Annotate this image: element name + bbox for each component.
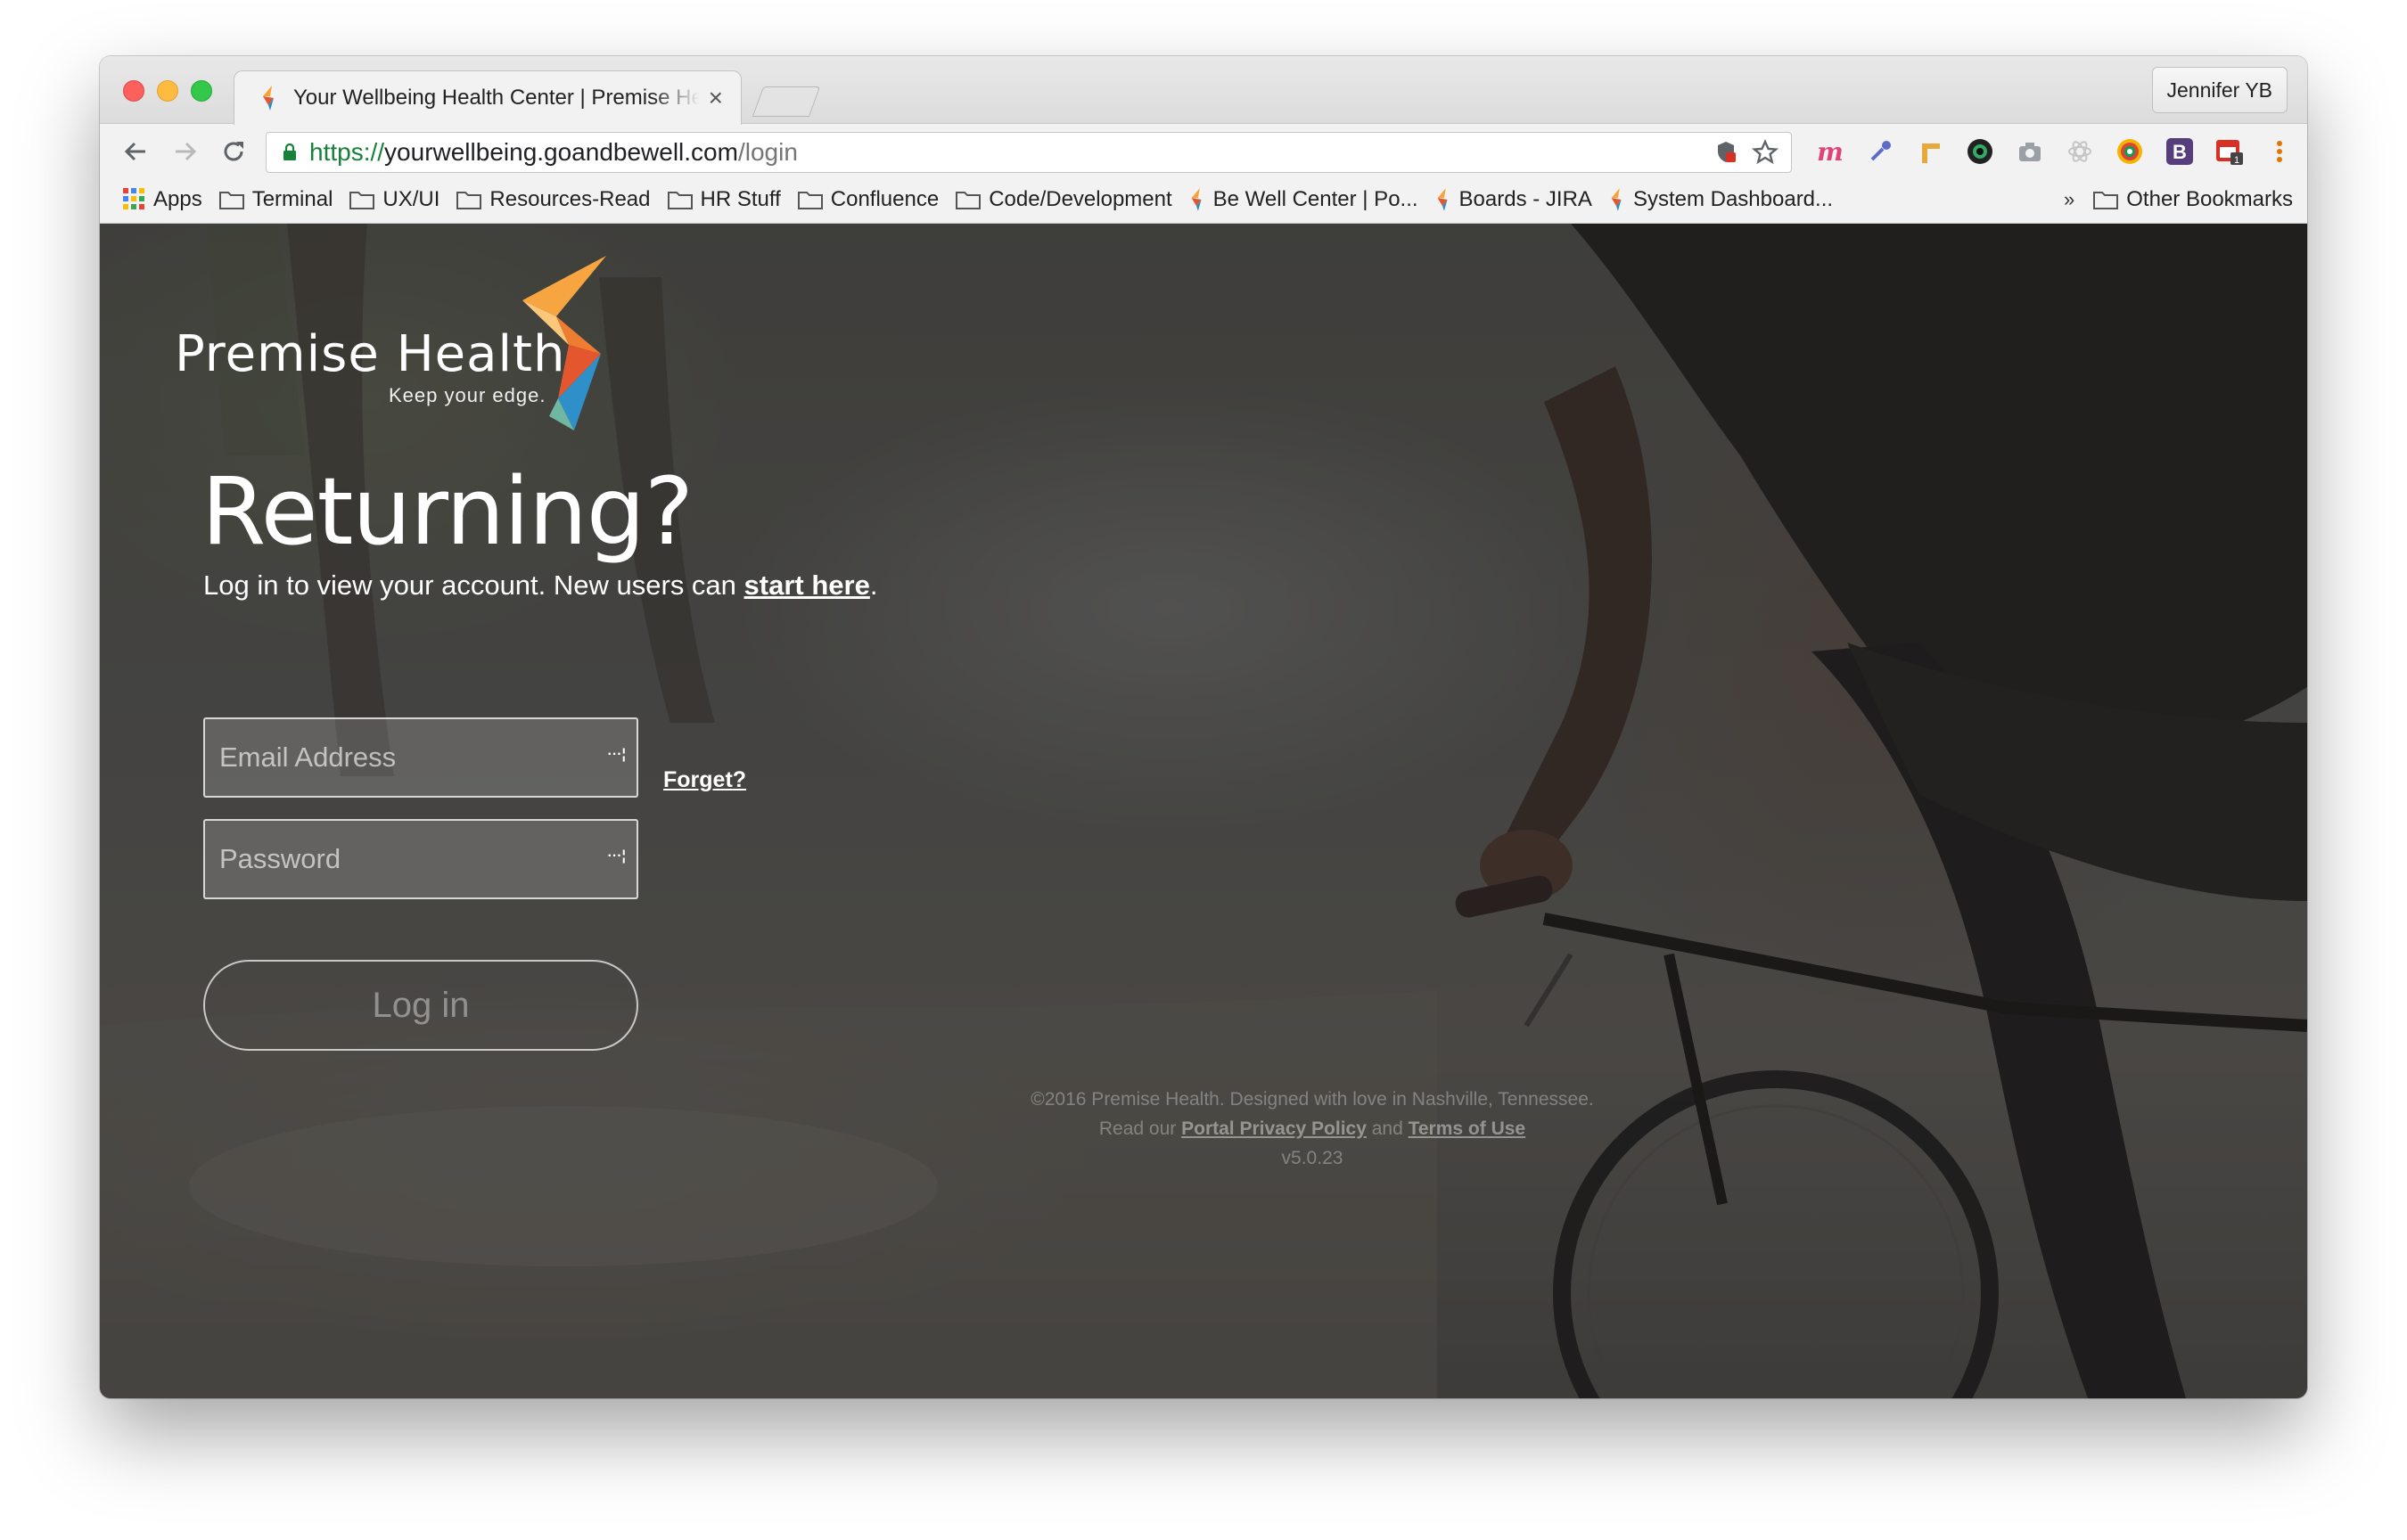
folder-icon xyxy=(2093,192,2119,209)
apps-grid-icon xyxy=(123,188,144,209)
page-footer: ©2016 Premise Health. Designed with love… xyxy=(760,1085,1865,1173)
footer-copyright: ©2016 Premise Health. Designed with love… xyxy=(1031,1089,1594,1110)
premise-favicon-icon xyxy=(1191,188,1202,211)
lock-icon xyxy=(283,143,296,160)
forget-password-link[interactable]: Forget? xyxy=(663,767,746,793)
bookmark-label: Terminal xyxy=(251,187,333,211)
terms-of-use-link[interactable]: Terms of Use xyxy=(1409,1118,1526,1139)
bookmark-item[interactable]: Terminal xyxy=(218,187,333,212)
bookmark-item[interactable]: Resources-Read xyxy=(456,187,651,212)
password-field[interactable] xyxy=(219,843,637,875)
folder-icon xyxy=(797,192,823,209)
react-devtools-icon[interactable] xyxy=(2061,133,2099,170)
bookmark-label: Be Well Center | Po... xyxy=(1212,187,1418,211)
page-title: Returning? xyxy=(201,457,694,566)
star-icon[interactable] xyxy=(1752,139,1779,166)
bootstrap-icon[interactable]: B xyxy=(2161,133,2198,170)
password-manager-key-icon[interactable]: ···¦ xyxy=(608,849,626,864)
chrome-menu-icon[interactable] xyxy=(2261,133,2298,170)
minimize-window-button[interactable] xyxy=(157,80,178,102)
bookmark-item[interactable]: Be Well Center | Po... xyxy=(1188,187,1418,212)
bookmark-item[interactable]: UX/UI xyxy=(349,187,440,212)
m-extension-icon[interactable]: m xyxy=(1811,133,1849,170)
bookmark-item[interactable]: Boards - JIRA xyxy=(1434,187,1592,212)
login-subtitle: Log in to view your account. New users c… xyxy=(203,569,877,602)
bookmark-label: UX/UI xyxy=(382,187,440,211)
bookmark-label: HR Stuff xyxy=(700,187,781,211)
folder-icon xyxy=(456,192,482,209)
bookmark-label: Resources-Read xyxy=(489,187,651,211)
active-tab[interactable]: Your Wellbeing Health Center | Premise H… xyxy=(234,70,742,125)
bookmark-item[interactable]: System Dashboard... xyxy=(1608,187,1833,212)
footer-read-text: Read our xyxy=(1098,1118,1182,1139)
bookmark-label: Code/Development xyxy=(989,187,1172,211)
bookmark-label: System Dashboard... xyxy=(1632,187,1834,211)
folder-icon xyxy=(956,192,982,209)
bookmarks-bar: Apps Terminal UX/UI Resources-Read HR Stuff C… xyxy=(100,176,2307,224)
bookmark-item[interactable]: Confluence xyxy=(797,187,939,212)
bookmark-item[interactable]: Apps xyxy=(123,187,202,212)
premise-favicon-icon xyxy=(263,86,274,111)
footer-and-text: and xyxy=(1366,1118,1409,1139)
camera-lens-icon[interactable] xyxy=(1961,133,1999,170)
tab-close-icon[interactable]: × xyxy=(709,86,723,111)
browser-toolbar: https://yourwellbeing.goandbewell.com/lo… xyxy=(100,125,2307,176)
maximize-window-button[interactable] xyxy=(191,80,212,102)
svg-text:1: 1 xyxy=(2234,155,2239,166)
calendar-badge-icon[interactable]: 1 xyxy=(2211,133,2248,170)
folder-icon xyxy=(349,192,375,209)
other-bookmarks-label: Other Bookmarks xyxy=(2126,187,2293,211)
url-text: https://yourwellbeing.goandbewell.com/lo… xyxy=(309,138,798,166)
footer-version: v5.0.23 xyxy=(1281,1148,1343,1168)
shield-blocked-icon[interactable] xyxy=(1713,139,1739,166)
email-field-wrapper: ···¦ xyxy=(203,717,638,798)
bookmark-item[interactable]: HR Stuff xyxy=(667,187,781,212)
privacy-policy-link[interactable]: Portal Privacy Policy xyxy=(1181,1118,1367,1139)
extension-icons: m B 1 xyxy=(1811,132,2298,171)
screenshot-camera-icon[interactable] xyxy=(2011,133,2049,170)
email-field[interactable] xyxy=(219,741,637,774)
login-page: Premise Health Keep your edge. Returning… xyxy=(100,224,2307,1398)
new-tab-button[interactable] xyxy=(752,86,821,117)
tab-title: Your Wellbeing Health Center | Premise H… xyxy=(293,86,700,110)
subtitle-period: . xyxy=(869,569,878,601)
bookmark-label: Confluence xyxy=(830,187,940,211)
bookmark-label: Apps xyxy=(153,187,202,211)
ruler-icon[interactable] xyxy=(1911,133,1949,170)
colorzilla-icon[interactable] xyxy=(2111,133,2148,170)
browser-window: Your Wellbeing Health Center | Premise H… xyxy=(100,56,2307,1398)
login-button[interactable]: Log in xyxy=(203,960,638,1051)
password-field-wrapper: ···¦ xyxy=(203,819,638,899)
tab-strip: Your Wellbeing Health Center | Premise H… xyxy=(100,56,2307,125)
back-arrow-icon[interactable] xyxy=(119,135,152,168)
profile-button[interactable]: Jennifer YB xyxy=(2151,67,2288,113)
brand-name: Premise Health xyxy=(175,325,566,383)
address-bar[interactable]: https://yourwellbeing.goandbewell.com/lo… xyxy=(266,132,1792,173)
premise-logo-mark-icon xyxy=(522,256,606,430)
eyedropper-icon[interactable] xyxy=(1861,133,1899,170)
footer-legal: Read our Portal Privacy Policy and Terms… xyxy=(760,1114,1865,1143)
other-bookmarks[interactable]: Other Bookmarks xyxy=(2092,187,2293,212)
bookmark-item[interactable]: Code/Development xyxy=(955,187,1172,212)
premise-favicon-icon xyxy=(1611,188,1622,211)
premise-favicon-icon xyxy=(1437,188,1448,211)
reload-icon[interactable] xyxy=(218,135,250,168)
subtitle-text: Log in to view your account. New users c… xyxy=(203,569,744,601)
bookmarks-overflow-icon[interactable]: » xyxy=(2064,188,2074,211)
folder-icon xyxy=(218,192,244,209)
folder-icon xyxy=(667,192,693,209)
svg-text:B: B xyxy=(2173,141,2187,163)
close-window-button[interactable] xyxy=(123,80,144,102)
password-manager-key-icon[interactable]: ···¦ xyxy=(608,748,626,762)
start-here-link[interactable]: start here xyxy=(744,569,870,601)
forward-arrow-icon[interactable] xyxy=(169,135,201,168)
bookmark-label: Boards - JIRA xyxy=(1458,187,1592,211)
